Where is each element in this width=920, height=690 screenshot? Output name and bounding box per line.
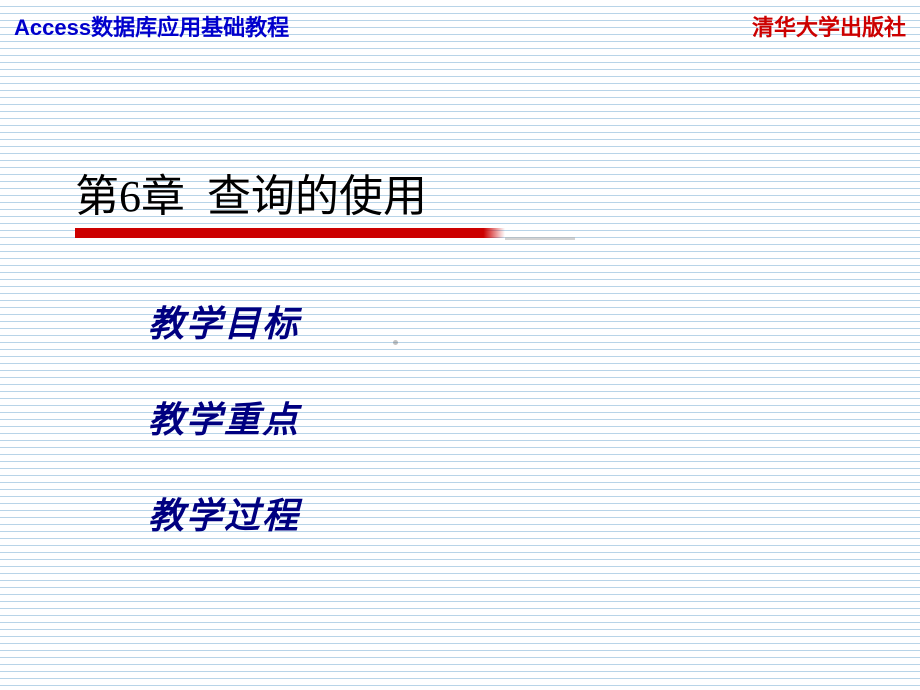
header-left-text: Access数据库应用基础教程 xyxy=(14,10,289,42)
title-underline xyxy=(75,228,505,238)
chapter-title: 第6章 查询的使用 xyxy=(75,160,427,224)
content-list: 教学目标 教学重点 教学过程 xyxy=(148,295,300,583)
decorative-dot xyxy=(393,340,398,345)
title-underline-shadow xyxy=(505,237,575,240)
content-item-objectives: 教学目标 xyxy=(148,295,300,347)
content-item-key-points: 教学重点 xyxy=(148,391,300,443)
content-item-process: 教学过程 xyxy=(148,487,300,539)
header-right-text: 清华大学出版社 xyxy=(752,10,906,42)
chapter-title-area: 第6章 查询的使用 xyxy=(75,160,427,224)
background-lines xyxy=(0,0,920,690)
